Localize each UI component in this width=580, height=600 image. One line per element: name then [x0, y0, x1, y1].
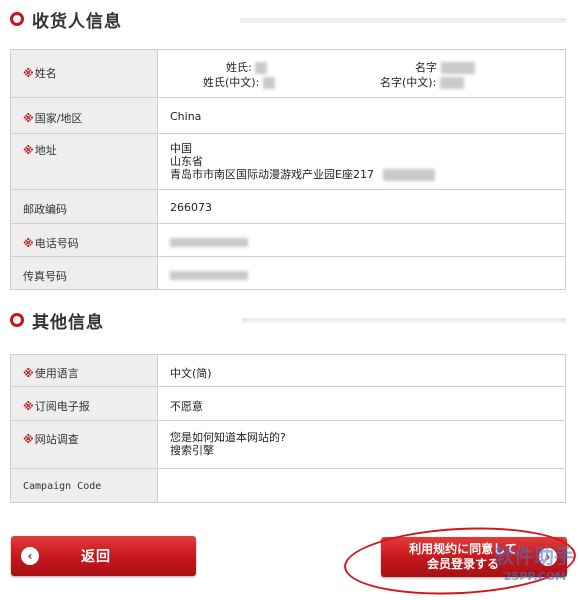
phone-label: 电话号码: [34, 237, 79, 250]
table-row: ※地址 中国 山东省 青岛市市南区国际动漫游戏产业园E座217: [10, 133, 566, 190]
required-mark: ※: [23, 400, 34, 413]
section-divider: [242, 318, 566, 323]
zip-value: 266073: [157, 189, 566, 224]
country-label-cell: ※国家/地区: [10, 97, 158, 134]
fax-value-cell: [157, 256, 566, 290]
given-name-label: 名字: [415, 61, 437, 74]
section-ring-icon: [10, 12, 24, 26]
required-mark: ※: [23, 237, 34, 250]
survey-label-cell: ※网站调查: [10, 420, 158, 469]
address-label-cell: ※地址: [10, 133, 158, 190]
given-name-cn-value-blurred: [439, 77, 464, 89]
table-row: 传真号码: [10, 256, 566, 290]
zip-label: 邮政编码: [10, 189, 158, 224]
surname-cn-label: 姓氏(中文):: [203, 76, 260, 89]
table-row: ※网站调查 您是如何知道本网站的? 搜索引擎: [10, 420, 566, 469]
fax-value-blurred: [170, 270, 248, 280]
name-label-cell: ※姓名: [10, 49, 158, 98]
language-value: 中文(简): [157, 354, 566, 387]
section-title-text: 其他信息: [32, 312, 104, 333]
address-line-1: 中国: [170, 142, 192, 155]
address-value-cell: 中国 山东省 青岛市市南区国际动漫游戏产业园E座217: [157, 133, 566, 190]
given-name-value-blurred: [440, 62, 475, 74]
newsletter-label: 订阅电子报: [34, 400, 90, 413]
survey-question: 您是如何知道本网站的?: [170, 431, 286, 444]
newsletter-value: 不愿意: [157, 386, 566, 421]
campaign-label: Campaign Code: [10, 468, 158, 503]
arrow-left-icon: ‹: [21, 547, 39, 565]
country-value: China: [157, 97, 566, 134]
name-label: 姓名: [34, 67, 57, 80]
table-row: ※姓名 姓氏: 姓氏(中文): 名字 名字(中文):: [10, 49, 566, 98]
watermark-url: 25PP.COM: [504, 570, 566, 583]
given-name-cn-label: 名字(中文):: [380, 76, 437, 89]
section-title-other: 其他信息: [10, 307, 104, 333]
fax-label: 传真号码: [10, 256, 158, 290]
back-button[interactable]: ‹ 返回: [11, 536, 196, 576]
country-label: 国家/地区: [34, 112, 83, 125]
table-row: ※国家/地区 China: [10, 97, 566, 134]
watermark-text: 软件助手: [494, 544, 574, 568]
name-value-cell: 姓氏: 姓氏(中文): 名字 名字(中文):: [157, 49, 566, 98]
section-divider: [240, 18, 566, 23]
survey-label: 网站调查: [34, 433, 79, 446]
section-title-text: 收货人信息: [32, 11, 122, 32]
address-label: 地址: [34, 144, 57, 157]
back-button-label: 返回: [81, 549, 111, 565]
phone-value-cell: [157, 223, 566, 257]
language-label: 使用语言: [34, 367, 79, 380]
consignee-table: ※姓名 姓氏: 姓氏(中文): 名字 名字(中文): ※国家/地区 China …: [10, 49, 566, 290]
required-mark: ※: [23, 112, 34, 125]
newsletter-label-cell: ※订阅电子报: [10, 386, 158, 421]
table-row: ※使用语言 中文(简): [10, 354, 566, 387]
required-mark: ※: [23, 367, 34, 380]
survey-value-cell: 您是如何知道本网站的? 搜索引擎: [157, 420, 566, 469]
table-row: ※订阅电子报 不愿意: [10, 386, 566, 421]
table-row: 邮政编码 266073: [10, 189, 566, 224]
table-row: ※电话号码: [10, 223, 566, 257]
required-mark: ※: [23, 144, 34, 157]
section-title-consignee: 收货人信息: [10, 6, 122, 32]
surname-cn-value-blurred: [262, 77, 275, 89]
phone-label-cell: ※电话号码: [10, 223, 158, 257]
phone-value-blurred: [170, 237, 248, 247]
other-info-table: ※使用语言 中文(简) ※订阅电子报 不愿意 ※网站调查 您是如何知道本网站的?…: [10, 354, 566, 503]
campaign-value: [157, 468, 566, 503]
address-blurred: [383, 169, 436, 181]
address-line-3: 青岛市市南区国际动漫游戏产业园E座217: [170, 168, 374, 181]
surname-value-blurred: [255, 62, 268, 74]
address-line-2: 山东省: [170, 155, 203, 168]
required-mark: ※: [23, 433, 34, 446]
language-label-cell: ※使用语言: [10, 354, 158, 387]
survey-answer: 搜索引擎: [170, 444, 214, 457]
table-row: Campaign Code: [10, 468, 566, 503]
section-ring-icon: [10, 313, 24, 327]
surname-label: 姓氏:: [226, 61, 252, 74]
required-mark: ※: [23, 67, 34, 80]
